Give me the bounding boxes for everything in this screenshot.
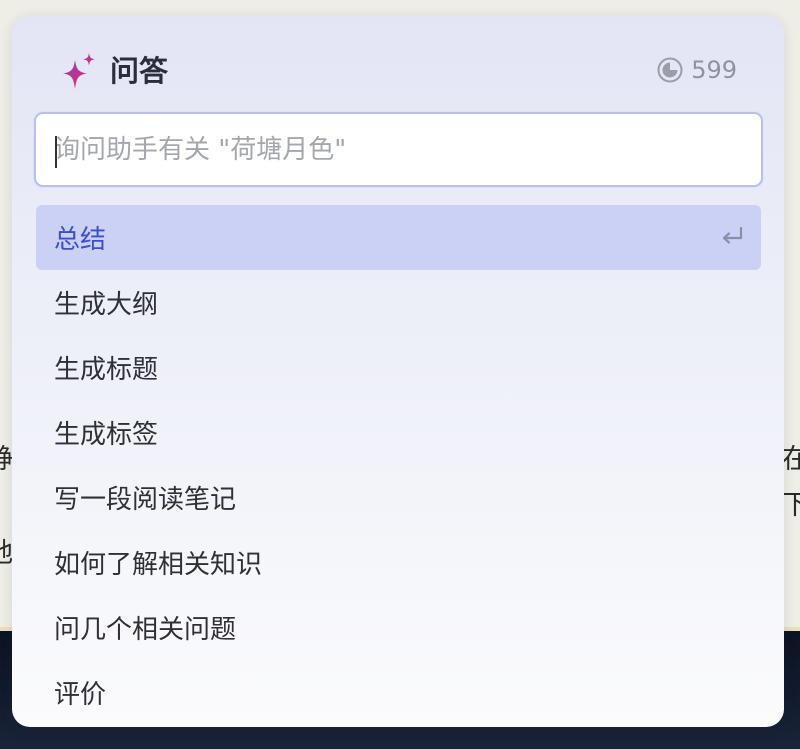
qa-title: 问答: [110, 54, 169, 88]
menu-item-tags[interactable]: 生成标签: [36, 400, 761, 465]
menu-item-label: 如何了解相关知识: [54, 550, 263, 580]
menu-item-related-knowledge[interactable]: 如何了解相关知识: [36, 530, 761, 595]
menu-item-label: 生成大纲: [54, 290, 159, 320]
enter-icon: [722, 226, 743, 244]
menu-item-review[interactable]: 评价: [36, 660, 761, 725]
search-box: [34, 112, 763, 187]
menu-item-reading-notes[interactable]: 写一段阅读笔记: [36, 465, 761, 530]
menu-item-label: 生成标签: [54, 420, 159, 450]
coin-icon: [657, 57, 683, 83]
search-input[interactable]: [54, 114, 761, 185]
menu-item-summarize[interactable]: 总结: [36, 205, 761, 270]
menu-item-label: 写一段阅读笔记: [54, 485, 237, 515]
menu-item-label: 评价: [54, 680, 107, 710]
sparkle-icon: [63, 53, 95, 89]
qa-popup: 问答 599 总结 生成大纲 生成标题 生成标签: [12, 16, 784, 727]
text-caret: [55, 136, 57, 168]
credits-value: 599: [691, 56, 737, 84]
menu-item-title[interactable]: 生成标题: [36, 335, 761, 400]
menu-item-outline[interactable]: 生成大纲: [36, 270, 761, 335]
menu-item-label: 生成标题: [54, 355, 159, 385]
suggestion-list: 总结 生成大纲 生成标题 生成标签 写一段阅读笔记 如何了解相关知识 问几个相关…: [36, 205, 761, 725]
menu-item-label: 问几个相关问题: [54, 615, 237, 645]
background-text-fragment: 在: [782, 444, 800, 475]
menu-item-related-questions[interactable]: 问几个相关问题: [36, 595, 761, 660]
menu-item-label: 总结: [54, 225, 107, 255]
credits-counter: 599: [657, 56, 737, 84]
background-text-fragment: 下: [782, 490, 800, 521]
qa-header: 问答 599: [12, 16, 784, 116]
